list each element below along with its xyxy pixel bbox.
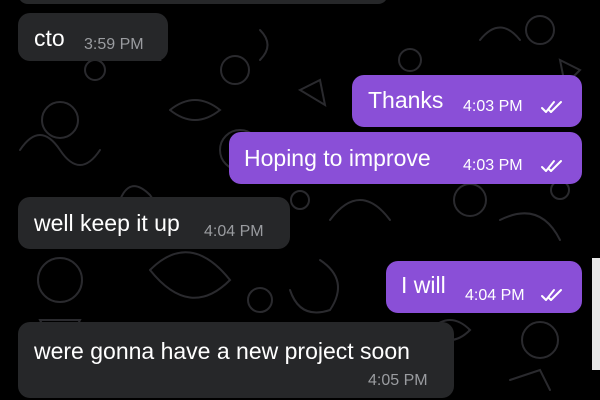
previous-message-bubble [18, 0, 388, 4]
message-text: well keep it up [34, 210, 180, 236]
chat-area[interactable]: cto 3:59 PM Thanks 4:03 PM Hoping to imp… [0, 0, 600, 400]
message-time: 4:04 PM [204, 223, 264, 240]
outgoing-message[interactable]: Hoping to improve 4:03 PM [229, 132, 582, 184]
incoming-message[interactable]: well keep it up 4:04 PM [18, 197, 290, 249]
double-check-icon [541, 160, 562, 172]
screen-edge [592, 258, 600, 370]
message-text: Thanks [368, 87, 444, 113]
incoming-message[interactable]: cto 3:59 PM [18, 13, 168, 61]
double-check-icon [541, 101, 562, 113]
message-time: 3:59 PM [84, 36, 144, 53]
message-time: 4:03 PM [463, 98, 523, 115]
message-time: 4:04 PM [465, 287, 525, 304]
message-text: were gonna have a new project soon [34, 338, 410, 364]
message-time: 4:03 PM [463, 157, 523, 174]
message-text: I will [401, 272, 446, 298]
incoming-message[interactable]: were gonna have a new project soon 4:05 … [18, 322, 454, 398]
message-text: cto [34, 25, 65, 51]
outgoing-message[interactable]: I will 4:04 PM [386, 261, 582, 313]
double-check-icon [541, 289, 562, 301]
message-time: 4:05 PM [368, 372, 428, 389]
outgoing-message[interactable]: Thanks 4:03 PM [352, 75, 582, 127]
message-text: Hoping to improve [244, 145, 431, 171]
